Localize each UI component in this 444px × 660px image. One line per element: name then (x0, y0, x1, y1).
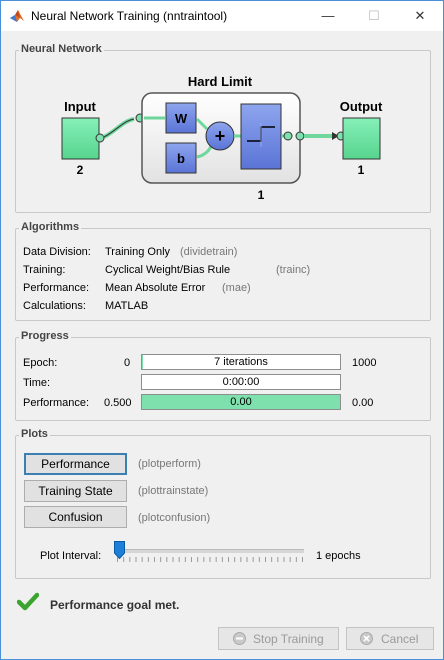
epoch-bar-fill (142, 355, 144, 369)
alg-label-calculations: Calculations: (23, 300, 86, 312)
epoch-bar: 7 iterations (141, 354, 341, 370)
time-bar: 0:00:00 (141, 374, 341, 390)
checkmark-icon (17, 592, 39, 611)
epoch-label: Epoch: (23, 357, 58, 369)
output-label: Output (340, 99, 383, 114)
bias-label: b (177, 151, 185, 166)
alg-label-division: Data Division: (23, 246, 91, 258)
performance-start: 0.500 (104, 397, 132, 409)
status-message: Performance goal met. (50, 598, 180, 612)
output-box (342, 117, 381, 160)
alg-code-division: (dividetrain) (180, 246, 238, 258)
alg-code-performance: (mae) (222, 282, 251, 294)
performance-end: 0.00 (352, 397, 374, 409)
panel-title: Algorithms (19, 221, 82, 233)
time-bar-text: 0:00:00 (222, 376, 260, 388)
performance-bar: 0.00 (141, 394, 341, 410)
plot-training-state-code: (plottrainstate) (138, 485, 209, 497)
epoch-end: 1000 (352, 357, 377, 369)
alg-label-performance: Performance: (23, 282, 90, 294)
cancel-button[interactable]: Cancel (346, 627, 434, 650)
input-box (61, 117, 100, 160)
output-size: 1 (358, 163, 365, 177)
plot-confusion-button[interactable]: Confusion (24, 506, 127, 528)
plot-interval-value: 1 epochs (316, 550, 361, 562)
epoch-start: 0 (124, 357, 131, 369)
training-window: Neural Network Training (nntraintool) — … (0, 0, 444, 660)
performance-label: Performance: (23, 397, 90, 409)
alg-value-division: Training Only (105, 246, 171, 258)
performance-bar-text: 0.00 (230, 396, 252, 408)
layer-title: Hard Limit (188, 74, 253, 89)
input-size: 2 (77, 163, 84, 177)
plot-performance-code: (plotperform) (138, 458, 201, 470)
plot-training-state-button[interactable]: Training State (24, 480, 127, 502)
alg-value-training: Cyclical Weight/Bias Rule (105, 264, 231, 276)
epoch-bar-text: 7 iterations (214, 356, 268, 368)
plot-confusion-code: (plotconfusion) (138, 512, 211, 524)
weight-label: W (175, 111, 188, 126)
plot-interval-ticks (117, 557, 303, 562)
sum-icon: + (215, 126, 226, 146)
stop-icon (233, 632, 246, 645)
panel-title: Plots (19, 428, 50, 440)
alg-value-performance: Mean Absolute Error (105, 282, 206, 294)
input-label: Input (64, 99, 96, 114)
plot-interval-label: Plot Interval: (40, 550, 102, 562)
plot-performance-button[interactable]: Performance (24, 453, 127, 475)
network-diagram: Input 2 Hard Limit W b + 1 Output 1 (61, 74, 383, 202)
layer-size: 1 (258, 188, 265, 202)
alg-value-calculations: MATLAB (105, 300, 149, 312)
alg-code-training: (trainc) (276, 264, 311, 276)
stop-training-label: Stop Training (253, 632, 324, 646)
cancel-label: Cancel (381, 632, 419, 646)
cancel-icon (360, 632, 373, 645)
stop-training-button[interactable]: Stop Training (218, 627, 339, 650)
alg-label-training: Training: (23, 264, 66, 276)
plot-interval-track[interactable] (116, 549, 304, 553)
panel-title: Progress (19, 330, 71, 342)
input-node (95, 133, 105, 143)
time-label: Time: (23, 377, 51, 389)
